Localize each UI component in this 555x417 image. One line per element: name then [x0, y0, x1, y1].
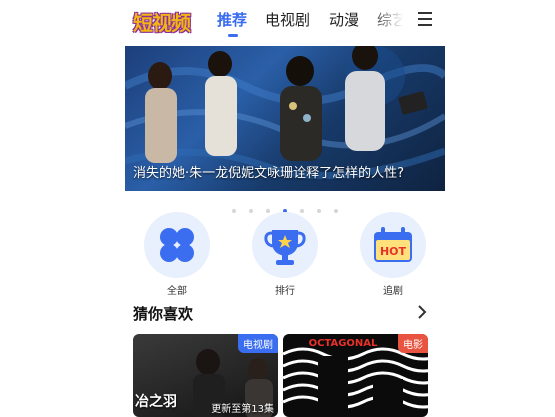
category-circle: HOT: [360, 212, 426, 278]
video-card[interactable]: OCTAGONAL 电影: [283, 334, 428, 417]
category-label: 排行: [275, 286, 295, 297]
section-title: 猜你喜欢: [133, 305, 194, 323]
active-tab-indicator: [228, 34, 238, 37]
category-ranking[interactable]: 排行: [250, 212, 320, 297]
category-row: 全部 排行 HOT 追剧: [125, 212, 445, 297]
chevron-right-icon[interactable]: [417, 305, 427, 319]
tab-recommend[interactable]: 推荐: [217, 9, 247, 30]
video-card[interactable]: 电视剧 冶之羽 更新至第13集: [133, 334, 278, 417]
recommend-list: 电视剧 冶之羽 更新至第13集 OCTAGONAL 电影: [133, 334, 445, 417]
card-top-text: OCTAGONAL: [309, 338, 378, 349]
tab-anime[interactable]: 动漫: [329, 9, 359, 30]
card-badge: 电视剧: [238, 334, 278, 353]
category-all[interactable]: 全部: [142, 212, 212, 297]
category-label: 追剧: [383, 286, 403, 297]
hamburger-menu-icon[interactable]: [418, 12, 432, 26]
category-follow[interactable]: HOT 追剧: [358, 212, 428, 297]
trophy-icon: [264, 230, 306, 265]
category-label: 全部: [167, 286, 187, 297]
hot-label: HOT: [380, 245, 407, 258]
category-circle: [252, 212, 318, 278]
top-nav: 短视频 推荐 电视剧 动漫 综艺: [125, 0, 445, 42]
card-title-art: 冶之羽: [135, 394, 177, 410]
banner-caption: 消失的她·朱一龙倪妮文咏珊诠释了怎样的人性?: [133, 166, 405, 181]
category-circle: [144, 212, 210, 278]
hot-calendar-icon: HOT: [374, 227, 412, 262]
hero-banner[interactable]: 消失的她·朱一龙倪妮文咏珊诠释了怎样的人性?: [125, 46, 445, 191]
tab-fade: [371, 0, 411, 40]
card-update-status: 更新至第13集: [211, 404, 274, 415]
grid-icon: [160, 228, 194, 262]
app-screen: 短视频 推荐 电视剧 动漫 综艺 消失的她: [125, 0, 445, 417]
carousel-dots: [125, 200, 445, 213]
card-badge: 电影: [398, 334, 428, 353]
app-logo[interactable]: 短视频: [133, 7, 191, 36]
tab-tv-series[interactable]: 电视剧: [265, 9, 310, 30]
